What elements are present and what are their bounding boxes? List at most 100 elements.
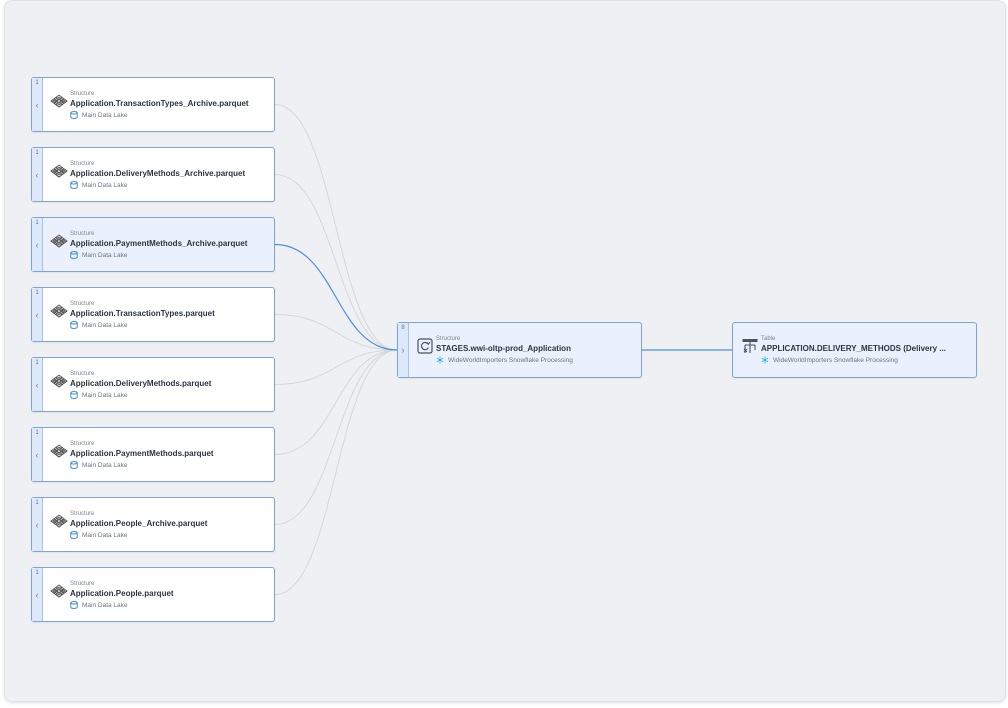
parquet-structure-icon	[50, 582, 68, 600]
node-source: Main Data Lake	[70, 601, 128, 609]
target-table-node[interactable]: Table APPLICATION.DELIVERY_METHODS (Deliv…	[732, 322, 977, 378]
node-source: WideWorldImporters Snowflake Processing	[761, 356, 898, 364]
node-type: Structure	[70, 371, 95, 377]
node-source: Main Data Lake	[70, 181, 128, 189]
node-source: Main Data Lake	[70, 531, 128, 539]
data-lake-icon	[70, 251, 78, 259]
node-source-label: Main Data Lake	[82, 111, 128, 119]
source-node[interactable]: 1 ‹ Structure Application.PaymentMethods.pa…	[31, 427, 275, 482]
node-name: Application.TransactionTypes.parquet	[70, 309, 215, 318]
node-count: 1	[35, 500, 39, 506]
expand-strip[interactable]: 1 ‹	[32, 288, 43, 341]
parquet-structure-icon	[50, 302, 68, 320]
expand-strip[interactable]: 8 ›	[398, 323, 409, 377]
node-name: APPLICATION.DELIVERY_METHODS (Delivery .…	[761, 344, 946, 353]
source-node[interactable]: 1 ‹ Structure Application.DeliveryMethods.p…	[31, 357, 275, 412]
expand-strip[interactable]: 1 ‹	[32, 358, 43, 411]
node-name: Application.People_Archive.parquet	[70, 519, 208, 528]
node-type: Structure	[436, 336, 461, 342]
highlighted-edge	[274, 243, 398, 351]
node-count: 1	[35, 80, 39, 86]
node-source: Main Data Lake	[70, 251, 128, 259]
data-lake-icon	[70, 111, 78, 119]
lineage-edge	[274, 349, 398, 385]
node-source-label: Main Data Lake	[82, 321, 128, 329]
expand-upstream-chevron-icon[interactable]: ‹	[32, 309, 42, 321]
node-count: 1	[35, 430, 39, 436]
lineage-edge	[274, 349, 398, 525]
node-type: Structure	[70, 511, 95, 517]
expand-upstream-chevron-icon[interactable]: ‹	[32, 449, 42, 461]
lineage-edge	[274, 104, 398, 351]
table-icon	[741, 337, 759, 355]
node-source-label: Main Data Lake	[82, 461, 128, 469]
source-node[interactable]: 1 ‹ Structure Application.People.parquet Mai…	[31, 567, 275, 622]
snowflake-icon	[761, 356, 769, 364]
data-lake-icon	[70, 181, 78, 189]
lineage-edge	[274, 314, 398, 351]
node-type: Structure	[70, 91, 95, 97]
source-node[interactable]: 1 ‹ Structure Application.TransactionTypes_…	[31, 77, 275, 132]
node-count: 1	[35, 290, 39, 296]
expand-strip[interactable]: 1 ‹	[32, 568, 43, 621]
node-type: Structure	[70, 301, 95, 307]
node-source-label: Main Data Lake	[82, 251, 128, 259]
parquet-structure-icon	[50, 92, 68, 110]
node-type: Structure	[70, 581, 95, 587]
node-source-label: Main Data Lake	[82, 601, 128, 609]
parquet-structure-icon	[50, 512, 68, 530]
node-type: Structure	[70, 161, 95, 167]
node-source-label: WideWorldImporters Snowflake Processing	[448, 356, 573, 364]
node-name: Application.DeliveryMethods_Archive.parq…	[70, 169, 246, 178]
data-lake-icon	[70, 391, 78, 399]
refresh-structure-icon	[416, 337, 434, 355]
expand-upstream-chevron-icon[interactable]: ‹	[32, 239, 42, 251]
lineage-edge	[274, 174, 398, 351]
expand-strip[interactable]: 1 ‹	[32, 428, 43, 481]
parquet-structure-icon	[50, 232, 68, 250]
parquet-structure-icon	[50, 162, 68, 180]
node-count: 1	[35, 220, 39, 226]
node-name: Application.PaymentMethods_Archive.parqu…	[70, 239, 248, 248]
source-node[interactable]: 1 ‹ Structure Application.DeliveryMethods_A…	[31, 147, 275, 202]
data-lake-icon	[70, 531, 78, 539]
node-source: WideWorldImporters Snowflake Processing	[436, 356, 573, 364]
parquet-structure-icon	[50, 442, 68, 460]
parquet-structure-icon	[50, 372, 68, 390]
expand-upstream-chevron-icon[interactable]: ‹	[32, 379, 42, 391]
lineage-edge	[274, 349, 398, 595]
node-type: Structure	[70, 441, 95, 447]
node-type: Table	[761, 336, 776, 342]
expand-upstream-chevron-icon[interactable]: ‹	[32, 169, 42, 181]
node-source-label: Main Data Lake	[82, 531, 128, 539]
node-source: Main Data Lake	[70, 111, 128, 119]
node-source: Main Data Lake	[70, 321, 128, 329]
node-source: Main Data Lake	[70, 391, 128, 399]
node-name: Application.PaymentMethods.parquet	[70, 449, 214, 458]
node-count: 8	[401, 325, 405, 331]
node-count: 1	[35, 360, 39, 366]
node-count: 1	[35, 570, 39, 576]
expand-upstream-chevron-icon[interactable]: ‹	[32, 99, 42, 111]
expand-strip[interactable]: 1 ‹	[32, 218, 43, 271]
data-lake-icon	[70, 321, 78, 329]
expand-strip[interactable]: 1 ‹	[32, 498, 43, 551]
expand-downstream-chevron-icon[interactable]: ›	[398, 344, 408, 356]
node-type: Structure	[70, 231, 95, 237]
expand-upstream-chevron-icon[interactable]: ‹	[32, 589, 42, 601]
snowflake-icon	[436, 356, 444, 364]
stage-node[interactable]: 8 › Structure STAGES.wwi-oltp-prod_Applicat…	[397, 322, 642, 378]
data-lake-icon	[70, 461, 78, 469]
lineage-canvas[interactable]: 1 ‹ Structure Application.TransactionTypes_…	[4, 0, 1006, 702]
source-node[interactable]: 1 ‹ Structure Application.People_Archive.pa…	[31, 497, 275, 552]
expand-strip[interactable]: 1 ‹	[32, 78, 43, 131]
node-name: Application.TransactionTypes_Archive.par…	[70, 99, 249, 108]
node-source-label: Main Data Lake	[82, 181, 128, 189]
node-name: STAGES.wwi-oltp-prod_Application	[436, 344, 571, 353]
node-name: Application.DeliveryMethods.parquet	[70, 379, 212, 388]
expand-upstream-chevron-icon[interactable]: ‹	[32, 519, 42, 531]
node-source: Main Data Lake	[70, 461, 128, 469]
source-node[interactable]: 1 ‹ Structure Application.PaymentMethods_Ar…	[31, 217, 275, 272]
expand-strip[interactable]: 1 ‹	[32, 148, 43, 201]
source-node[interactable]: 1 ‹ Structure Application.TransactionTypes.…	[31, 287, 275, 342]
